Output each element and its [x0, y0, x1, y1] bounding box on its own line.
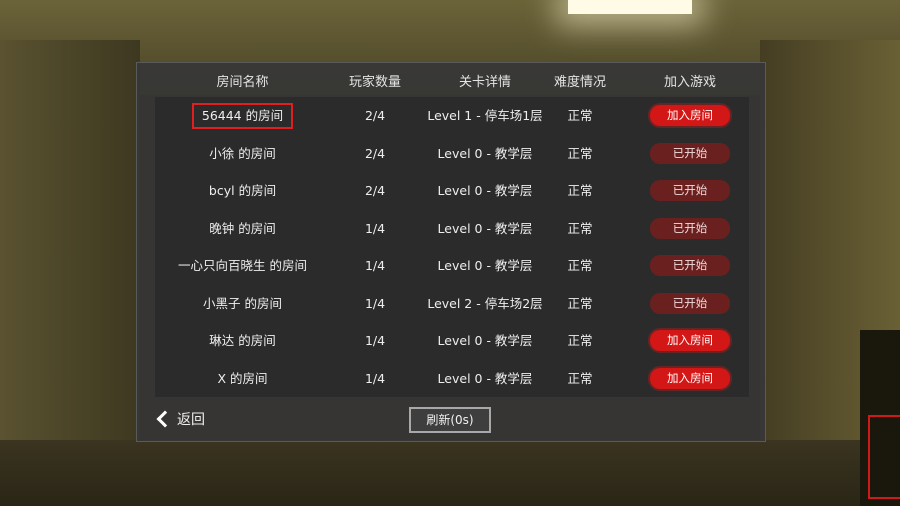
- room-action-cell: 已开始: [635, 135, 745, 173]
- room-list: 56444 的房间 2/4 Level 1 - 停车场1层 正常 加入房间 小徐 的房间 2…: [155, 97, 749, 397]
- room-action-cell: 已开始: [635, 247, 745, 285]
- highlighted-room-name: 56444 的房间: [191, 103, 294, 129]
- room-action-cell: 加入房间: [635, 322, 745, 360]
- room-name: 琳达 的房间: [209, 333, 276, 348]
- room-difficulty: 正常: [567, 220, 593, 236]
- room-difficulty: 正常: [567, 108, 593, 123]
- room-players: 1/4: [364, 220, 386, 236]
- room-row: X 的房间 1/4 Level 0 - 教学层 正常 加入房间: [155, 360, 749, 398]
- room-row: bcyl 的房间 2/4 Level 0 - 教学层 正常 已开始: [155, 172, 749, 210]
- room-row: 一心只向百晓生 的房间 1/4 Level 0 - 教学层 正常 已开始: [155, 247, 749, 285]
- chevron-left-icon: [156, 410, 174, 428]
- room-players: 2/4: [364, 108, 386, 123]
- room-list-panel: 房间名称 玩家数量 关卡详情 难度情况 加入游戏 56444 的房间 2/4 Lev…: [136, 62, 766, 442]
- join-room-button[interactable]: 加入房间: [650, 330, 730, 351]
- room-row: 小黑子 的房间 1/4 Level 2 - 停车场2层 正常 已开始: [155, 285, 749, 323]
- room-difficulty: 正常: [567, 295, 593, 311]
- room-name: 一心只向百晓生 的房间: [178, 258, 307, 273]
- room-difficulty: 正常: [567, 145, 593, 161]
- room-action-cell: 已开始: [635, 285, 745, 323]
- floor: [0, 440, 900, 506]
- room-players: 2/4: [364, 183, 386, 198]
- room-players: 1/4: [364, 333, 386, 348]
- room-row: 晚钟 的房间 1/4 Level 0 - 教学层 正常 已开始: [155, 210, 749, 248]
- started-status-button: 已开始: [650, 255, 730, 276]
- started-status-button: 已开始: [650, 217, 730, 239]
- left-wall: [0, 40, 140, 506]
- back-label: 返回: [177, 412, 205, 428]
- room-name: 小黑子 的房间: [203, 295, 282, 311]
- room-name: 56444 的房间: [155, 97, 330, 135]
- room-row: 琳达 的房间 1/4 Level 0 - 教学层 正常 加入房间: [155, 322, 749, 360]
- started-status-button: 已开始: [650, 142, 730, 164]
- room-action-cell: 加入房间: [635, 97, 745, 135]
- refresh-button[interactable]: 刷新(0s): [409, 407, 491, 433]
- room-action-cell: 加入房间: [635, 360, 745, 398]
- header-players: 玩家数量: [348, 75, 401, 90]
- room-difficulty: 正常: [567, 183, 593, 198]
- started-status-button: 已开始: [650, 180, 730, 201]
- join-room-button[interactable]: 加入房间: [650, 367, 730, 389]
- join-room-button[interactable]: 加入房间: [650, 105, 730, 126]
- room-row: 56444 的房间 2/4 Level 1 - 停车场1层 正常 加入房间: [155, 97, 749, 135]
- room-difficulty: 正常: [567, 370, 593, 386]
- room-players: 1/4: [364, 295, 386, 311]
- room-name: 晚钟 的房间: [209, 220, 276, 236]
- red-frame-marker: [868, 415, 900, 499]
- room-players: 1/4: [364, 258, 386, 273]
- started-status-button: 已开始: [650, 292, 730, 314]
- room-name: X 的房间: [217, 370, 268, 386]
- room-difficulty: 正常: [567, 258, 593, 273]
- header-join-game: 加入游戏: [663, 75, 716, 90]
- room-action-cell: 已开始: [635, 210, 745, 248]
- room-players: 1/4: [364, 370, 386, 386]
- room-name: bcyl 的房间: [208, 183, 277, 198]
- room-row: 小徐 的房间 2/4 Level 0 - 教学层 正常 已开始: [155, 135, 749, 173]
- header-room-name: 房间名称: [216, 75, 269, 90]
- room-name: 小徐 的房间: [209, 145, 276, 161]
- room-difficulty: 正常: [567, 333, 593, 348]
- ceiling-light: [568, 0, 692, 14]
- room-players: 2/4: [364, 145, 386, 161]
- room-action-cell: 已开始: [635, 172, 745, 210]
- back-button[interactable]: 返回: [155, 409, 205, 431]
- header-difficulty: 难度情况: [553, 75, 606, 90]
